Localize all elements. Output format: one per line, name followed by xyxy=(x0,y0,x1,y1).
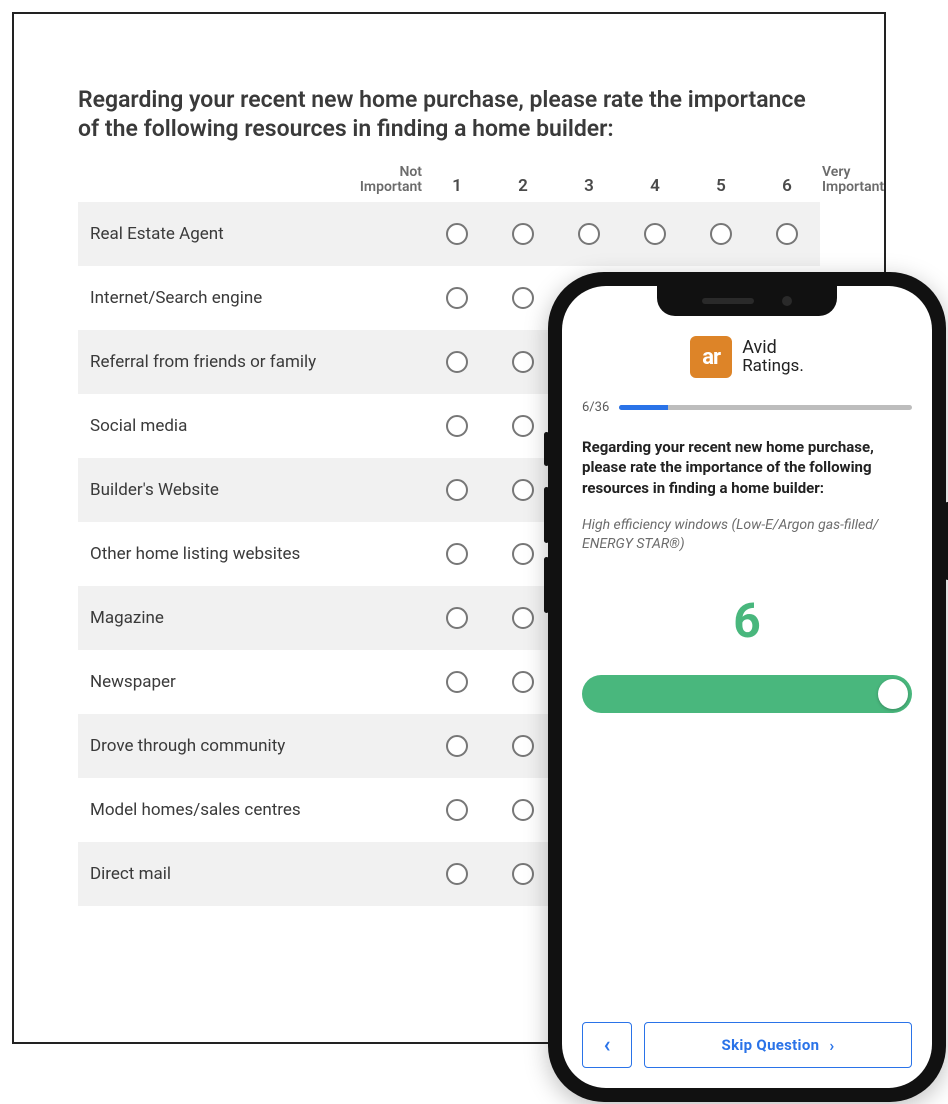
radio-option[interactable] xyxy=(424,863,490,885)
phone-frame: Avid Ratings. 6/36 Regarding your recent… xyxy=(548,272,946,1102)
scale-right-caption: Very Important xyxy=(820,165,884,196)
radio-option[interactable] xyxy=(424,735,490,757)
radio-option[interactable] xyxy=(754,223,820,245)
radio-option[interactable] xyxy=(490,671,556,693)
survey-row-label: Internet/Search engine xyxy=(78,288,346,308)
survey-scale-header: Not Important 1 2 3 4 5 6 Very Important xyxy=(78,162,820,202)
scale-header-1: 1 xyxy=(424,176,490,196)
radio-option[interactable] xyxy=(424,543,490,565)
survey-row-label: Newspaper xyxy=(78,672,346,692)
phone-side-button xyxy=(544,557,549,613)
radio-icon xyxy=(512,863,534,885)
scale-header-4: 4 xyxy=(622,176,688,196)
radio-icon xyxy=(446,351,468,373)
radio-option[interactable] xyxy=(622,223,688,245)
radio-icon xyxy=(512,415,534,437)
phone-screen: Avid Ratings. 6/36 Regarding your recent… xyxy=(562,286,932,1088)
radio-icon xyxy=(446,223,468,245)
radio-option[interactable] xyxy=(424,671,490,693)
radio-option[interactable] xyxy=(490,351,556,373)
radio-option[interactable] xyxy=(556,223,622,245)
radio-icon xyxy=(446,415,468,437)
radio-icon xyxy=(446,287,468,309)
survey-row-label: Magazine xyxy=(78,608,346,628)
radio-option[interactable] xyxy=(490,223,556,245)
radio-option[interactable] xyxy=(424,479,490,501)
radio-option[interactable] xyxy=(424,287,490,309)
radio-option[interactable] xyxy=(424,799,490,821)
brand-name: Avid Ratings. xyxy=(742,339,804,376)
radio-icon xyxy=(512,543,534,565)
survey-row-label: Drove through community xyxy=(78,736,346,756)
survey-row-label: Referral from friends or family xyxy=(78,352,346,372)
radio-icon xyxy=(512,799,534,821)
radio-icon xyxy=(512,607,534,629)
scale-header-6: 6 xyxy=(754,176,820,196)
slider-knob-icon[interactable] xyxy=(878,679,908,709)
survey-row-label: Model homes/sales centres xyxy=(78,800,346,820)
radio-option[interactable] xyxy=(688,223,754,245)
radio-option[interactable] xyxy=(490,799,556,821)
mobile-footer: ‹ Skip Question › xyxy=(582,1022,912,1068)
rating-slider[interactable] xyxy=(582,675,912,713)
scale-left-caption: Not Important xyxy=(346,165,424,196)
radio-icon xyxy=(446,799,468,821)
radio-option[interactable] xyxy=(424,351,490,373)
scale-header-3: 3 xyxy=(556,176,622,196)
progress-bar: 6/36 xyxy=(582,400,912,415)
radio-option[interactable] xyxy=(424,223,490,245)
mobile-question-subtitle: High efficiency windows (Low-E/Argon gas… xyxy=(582,516,912,554)
radio-icon xyxy=(446,479,468,501)
radio-option[interactable] xyxy=(490,287,556,309)
radio-icon xyxy=(446,607,468,629)
radio-icon xyxy=(776,223,798,245)
radio-icon xyxy=(512,671,534,693)
radio-icon xyxy=(446,863,468,885)
brand-logo-icon xyxy=(690,336,732,378)
chevron-left-icon: ‹ xyxy=(604,1033,611,1058)
progress-fill xyxy=(619,405,668,410)
survey-row-label: Direct mail xyxy=(78,864,346,884)
radio-option[interactable] xyxy=(490,863,556,885)
back-button[interactable]: ‹ xyxy=(582,1022,632,1068)
brand-header: Avid Ratings. xyxy=(582,336,912,378)
radio-icon xyxy=(512,351,534,373)
skip-question-button[interactable]: Skip Question › xyxy=(644,1022,912,1068)
survey-row-label: Other home listing websites xyxy=(78,544,346,564)
mobile-question-title: Regarding your recent new home purchase,… xyxy=(582,437,912,498)
radio-option[interactable] xyxy=(424,415,490,437)
radio-icon xyxy=(512,735,534,757)
radio-icon xyxy=(644,223,666,245)
radio-icon xyxy=(512,287,534,309)
survey-question-title: Regarding your recent new home purchase,… xyxy=(78,86,820,144)
radio-icon xyxy=(446,543,468,565)
scale-header-5: 5 xyxy=(688,176,754,196)
phone-side-button xyxy=(544,432,549,466)
selected-value: 6 xyxy=(582,592,912,649)
survey-row-label: Social media xyxy=(78,416,346,436)
skip-question-label: Skip Question xyxy=(722,1036,820,1054)
radio-option[interactable] xyxy=(490,735,556,757)
radio-icon xyxy=(446,735,468,757)
radio-icon xyxy=(512,479,534,501)
radio-icon xyxy=(512,223,534,245)
radio-icon xyxy=(446,671,468,693)
phone-side-button xyxy=(544,487,549,543)
chevron-right-icon: › xyxy=(829,1036,834,1055)
survey-row: Real Estate Agent xyxy=(78,202,820,266)
survey-row-label: Builder's Website xyxy=(78,480,346,500)
progress-track xyxy=(619,405,912,410)
survey-row-label: Real Estate Agent xyxy=(78,224,346,244)
scale-header-2: 2 xyxy=(490,176,556,196)
progress-label: 6/36 xyxy=(582,400,609,415)
radio-icon xyxy=(710,223,732,245)
radio-icon xyxy=(578,223,600,245)
radio-option[interactable] xyxy=(424,607,490,629)
